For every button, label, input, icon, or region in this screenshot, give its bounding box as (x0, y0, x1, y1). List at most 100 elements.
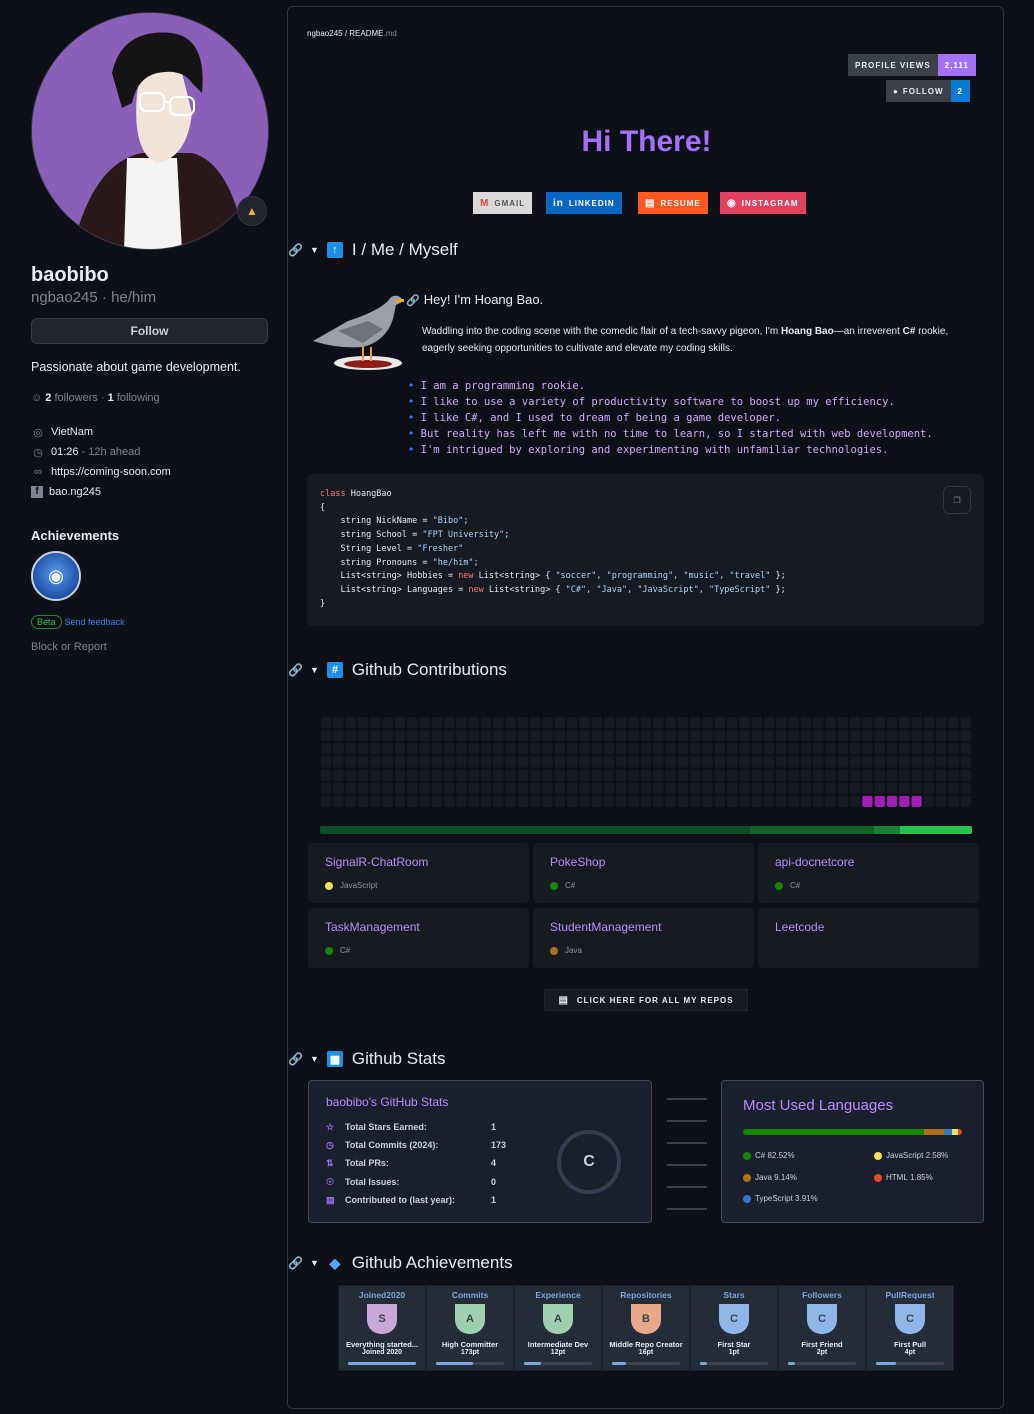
contribution-cell[interactable] (480, 756, 492, 768)
contribution-cell[interactable] (505, 717, 516, 729)
contribution-cell[interactable] (653, 782, 664, 794)
contribution-cell[interactable] (505, 730, 516, 742)
contribution-cell[interactable] (542, 743, 553, 755)
contribution-cell[interactable] (727, 743, 738, 755)
contribution-cell[interactable] (357, 717, 369, 729)
contribution-cell[interactable] (628, 717, 639, 729)
contribution-cell[interactable] (456, 717, 467, 729)
contribution-cell[interactable] (739, 756, 750, 768)
contribution-cell[interactable] (813, 782, 824, 794)
contribution-cell[interactable] (628, 743, 639, 755)
contribution-cell[interactable] (788, 782, 799, 794)
contribution-cell[interactable] (370, 795, 381, 807)
contribution-cell[interactable] (653, 743, 664, 755)
contribution-cell[interactable] (616, 769, 627, 781)
send-feedback-link[interactable]: Send feedback (65, 617, 125, 627)
contribution-cell[interactable] (591, 756, 602, 768)
contribution-cell[interactable] (530, 743, 541, 755)
contribution-cell[interactable] (407, 782, 418, 794)
contribution-cell[interactable] (517, 730, 529, 742)
repo-name[interactable]: PokeShop (550, 855, 737, 869)
repo-name[interactable]: SignalR-ChatRoom (325, 855, 512, 869)
contribution-cell[interactable] (321, 730, 332, 742)
contribution-cell[interactable] (911, 730, 922, 742)
contribution-cell[interactable] (505, 795, 516, 807)
contribution-cell[interactable] (517, 756, 529, 768)
contribution-cell[interactable] (345, 756, 356, 768)
contribution-cell[interactable] (813, 743, 824, 755)
contribution-cell[interactable] (419, 756, 430, 768)
contribution-cell[interactable] (665, 743, 676, 755)
contribution-cell[interactable] (370, 717, 381, 729)
contribution-cell[interactable] (456, 730, 467, 742)
contribution-cell[interactable] (456, 795, 467, 807)
contribution-cell[interactable] (850, 782, 861, 794)
follow-button[interactable]: Follow (31, 318, 268, 344)
contribution-cell[interactable] (788, 795, 799, 807)
contribution-cell[interactable] (530, 717, 541, 729)
contribution-cell[interactable] (468, 769, 479, 781)
contribution-cell[interactable] (345, 730, 356, 742)
contribution-cell[interactable] (480, 743, 492, 755)
contribution-cell[interactable] (702, 730, 713, 742)
contribution-cell[interactable] (493, 795, 504, 807)
collapse-triangle-icon[interactable]: ▼ (310, 1054, 319, 1064)
contribution-cell[interactable] (591, 743, 602, 755)
profile-views-badge[interactable]: PROFILE VIEWS 2,111 (848, 54, 976, 76)
contribution-cell[interactable] (345, 717, 356, 729)
contribution-cell[interactable] (825, 769, 836, 781)
contribution-cell[interactable] (419, 717, 430, 729)
contribution-cell[interactable] (542, 756, 553, 768)
contribution-cell[interactable] (960, 782, 971, 794)
contribution-cell[interactable] (407, 795, 418, 807)
contribution-cell[interactable] (886, 743, 898, 755)
contribution-cell[interactable] (444, 730, 455, 742)
copy-icon[interactable]: ❐ (943, 486, 971, 514)
contribution-cell[interactable] (357, 756, 369, 768)
contribution-cell[interactable] (505, 756, 516, 768)
contribution-cell[interactable] (665, 769, 676, 781)
contribution-cell[interactable] (640, 782, 652, 794)
contribution-cell[interactable] (702, 717, 713, 729)
contribution-cell[interactable] (960, 769, 971, 781)
anchor-link-icon[interactable]: 🔗 (288, 663, 304, 677)
contribution-cell[interactable] (554, 730, 565, 742)
facebook-link[interactable]: bao.ng245 (49, 486, 101, 498)
contribution-cell[interactable] (727, 717, 738, 729)
contribution-cell[interactable] (850, 730, 861, 742)
contribution-cell[interactable] (714, 769, 725, 781)
contribution-cell[interactable] (493, 730, 504, 742)
contribution-cell[interactable] (923, 743, 935, 755)
contribution-cell[interactable] (800, 782, 812, 794)
contribution-cell[interactable] (837, 769, 848, 781)
instagram-badge[interactable]: ◉ INSTAGRAM (720, 192, 806, 214)
contribution-cell[interactable] (394, 795, 406, 807)
contribution-cell[interactable] (813, 769, 824, 781)
contribution-cell[interactable] (542, 795, 553, 807)
contribution-cell[interactable] (776, 795, 787, 807)
contribution-cell[interactable] (911, 769, 922, 781)
contribution-cell[interactable] (419, 769, 430, 781)
contribution-cell[interactable] (727, 769, 738, 781)
contribution-cell[interactable] (444, 795, 455, 807)
contribution-cell[interactable] (333, 795, 344, 807)
contribution-cell[interactable] (321, 795, 332, 807)
contribution-cell[interactable] (800, 717, 812, 729)
contribution-cell[interactable] (321, 782, 332, 794)
contribution-cell[interactable] (480, 717, 492, 729)
contribution-cell[interactable] (603, 795, 615, 807)
contribution-cell[interactable] (517, 743, 529, 755)
contribution-cell[interactable] (677, 756, 689, 768)
contribution-cell[interactable] (960, 795, 971, 807)
contribution-cell[interactable] (382, 795, 393, 807)
contribution-cell[interactable] (567, 782, 578, 794)
contribution-cell[interactable] (751, 782, 762, 794)
contribution-cell[interactable] (911, 782, 922, 794)
contribution-cell[interactable] (862, 743, 873, 755)
contribution-cell[interactable] (714, 756, 725, 768)
contribution-cell[interactable] (554, 769, 565, 781)
repo-card[interactable]: api-docnetcore C# (758, 843, 979, 903)
contribution-cell[interactable] (517, 717, 529, 729)
contribution-cell[interactable] (345, 769, 356, 781)
contribution-cell[interactable] (419, 743, 430, 755)
